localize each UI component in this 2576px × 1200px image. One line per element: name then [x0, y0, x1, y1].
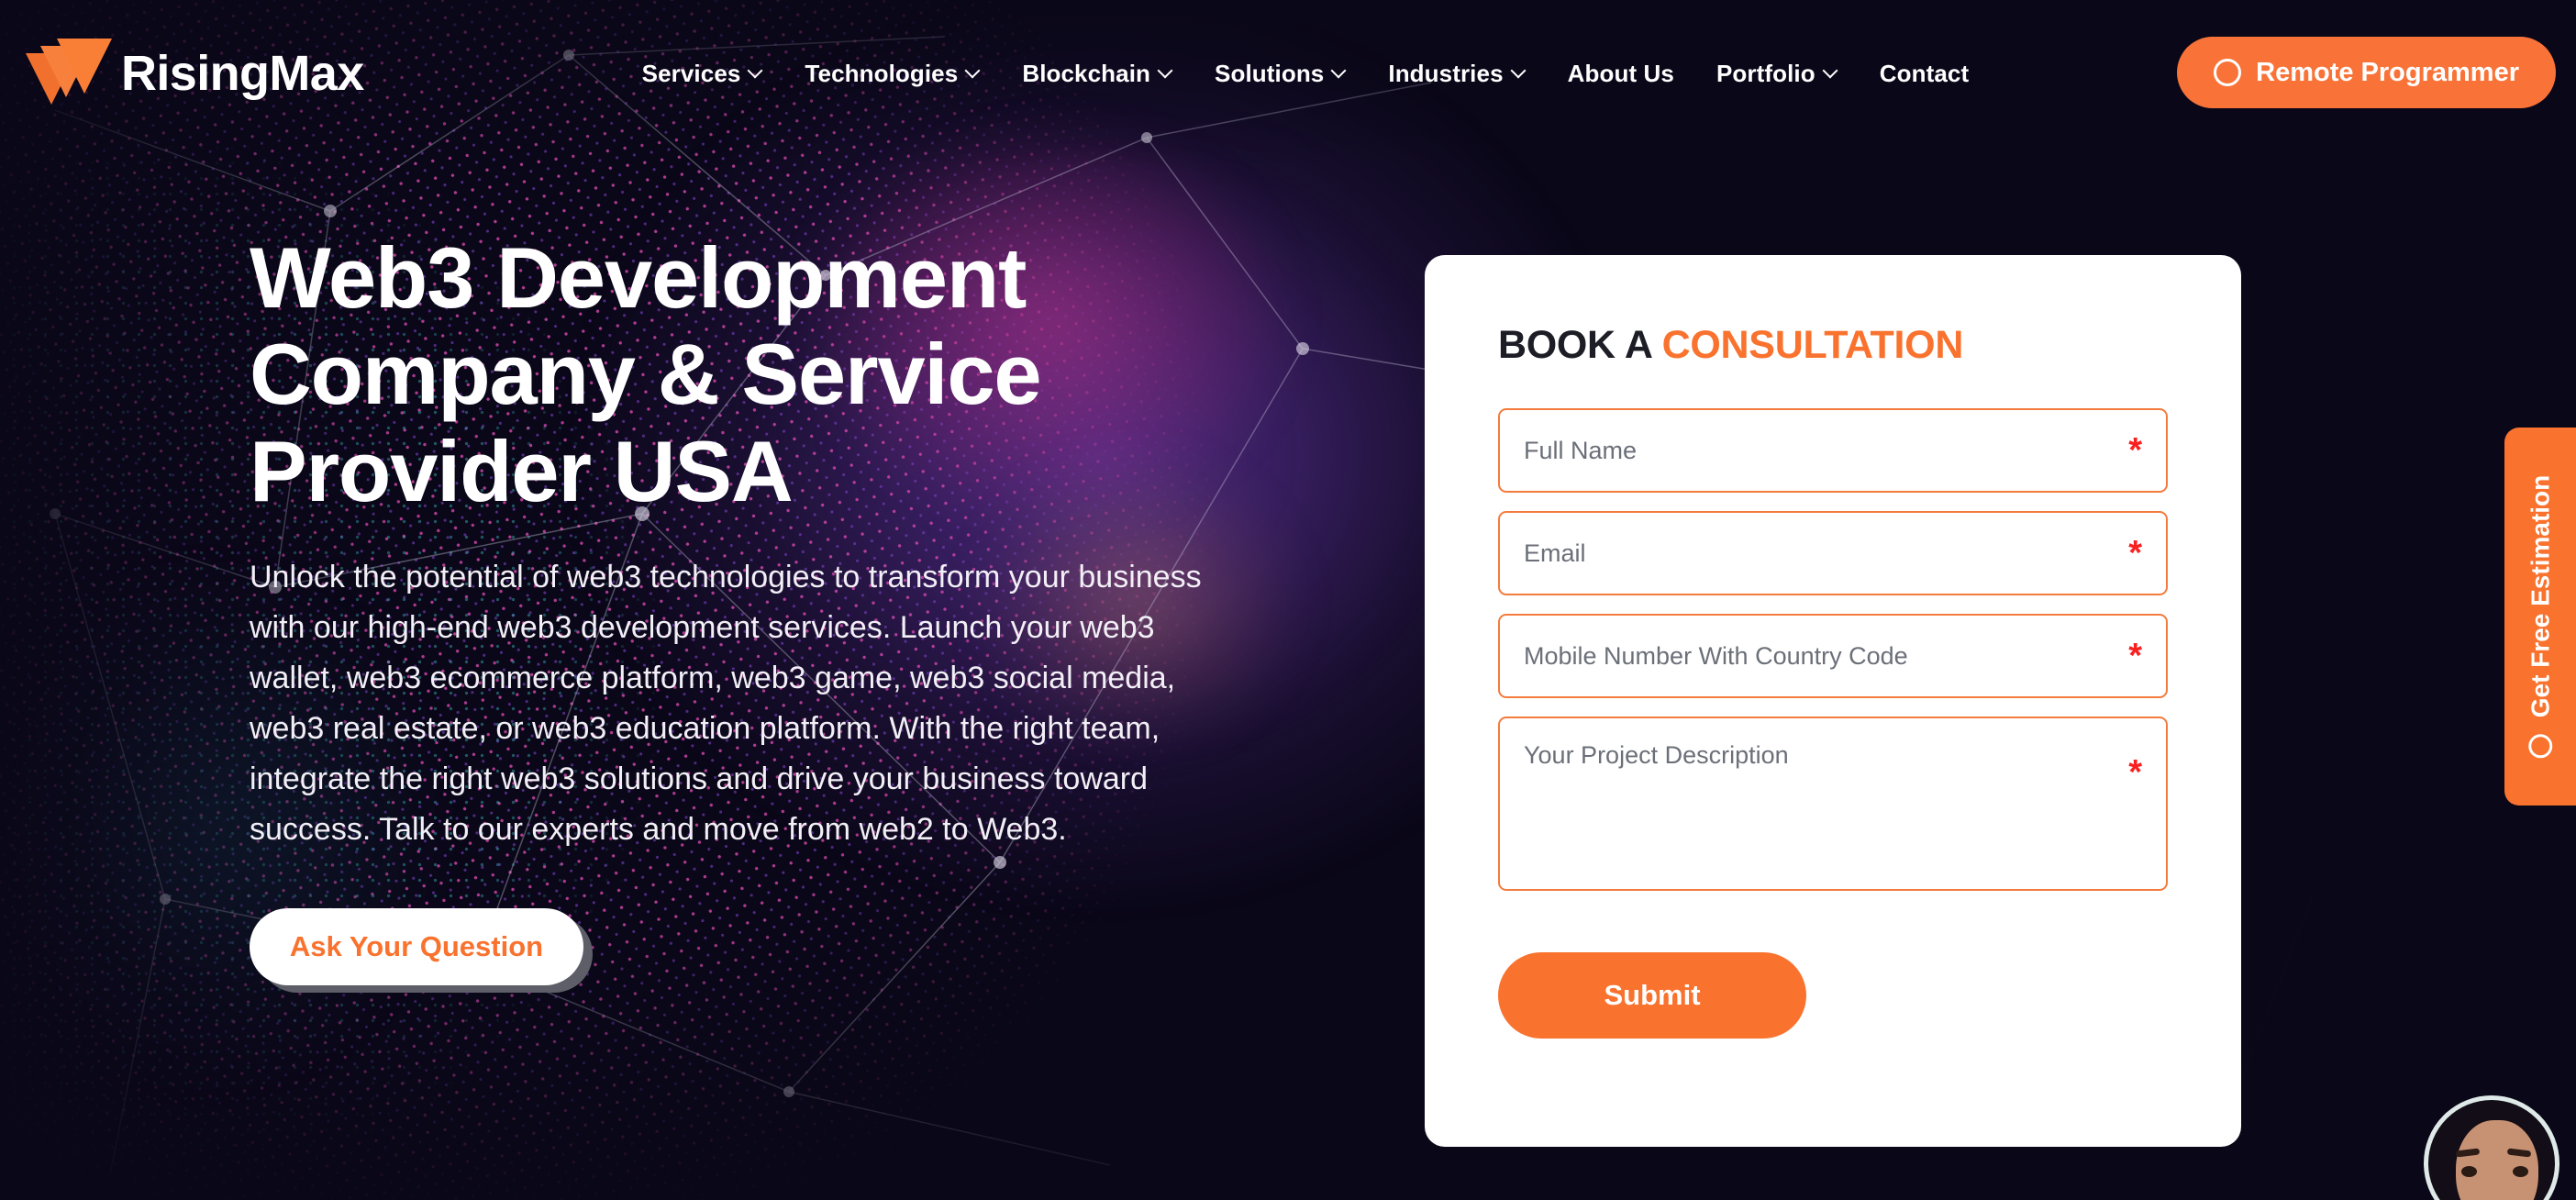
page-root: RisingMax Services Technologies Blockcha…: [0, 0, 2576, 1200]
ask-your-question-wrapper: Ask Your Question: [250, 908, 593, 994]
nav-item-blockchain[interactable]: Blockchain: [1001, 60, 1194, 88]
form-title: BOOK A CONSULTATION: [1498, 323, 2168, 368]
nav-label: Solutions: [1215, 59, 1325, 87]
main-navigation: Services Technologies Blockchain Solutio…: [621, 60, 1991, 88]
avatar-face: [2456, 1120, 2538, 1200]
nav-item-industries[interactable]: Industries: [1367, 60, 1546, 88]
email-field[interactable]: Email *: [1498, 511, 2168, 595]
page-title: Web3 Development Company & Service Provi…: [250, 229, 1042, 519]
remote-programmer-button[interactable]: Remote Programmer: [2177, 37, 2556, 108]
chevron-down-icon: [1159, 64, 1172, 78]
remote-programmer-label: Remote Programmer: [2256, 57, 2519, 87]
chevron-down-icon: [1512, 64, 1526, 78]
chevron-down-icon: [1332, 64, 1346, 78]
brand-name: RisingMax: [121, 46, 364, 101]
nav-label: About Us: [1567, 59, 1674, 87]
nav-item-contact[interactable]: Contact: [1859, 60, 1990, 88]
nav-item-services[interactable]: Services: [621, 60, 784, 88]
side-tab-content: Get Free Estimation: [2526, 475, 2555, 759]
project-description-field[interactable]: Your Project Description *: [1498, 717, 2168, 891]
consultation-form-card: BOOK A CONSULTATION Full Name * Email * …: [1425, 255, 2241, 1147]
form-title-highlight: CONSULTATION: [1661, 323, 1964, 367]
full-name-field[interactable]: Full Name *: [1498, 408, 2168, 493]
required-asterisk: *: [2128, 753, 2142, 792]
chat-avatar[interactable]: [2424, 1095, 2559, 1200]
submit-button[interactable]: Submit: [1498, 952, 1806, 1039]
email-placeholder: Email: [1524, 539, 1586, 567]
full-name-placeholder: Full Name: [1524, 436, 1638, 464]
nav-item-solutions[interactable]: Solutions: [1194, 60, 1367, 88]
avatar-eye-left: [2461, 1166, 2477, 1177]
brand-logo[interactable]: RisingMax: [20, 26, 364, 121]
nav-item-portfolio[interactable]: Portfolio: [1695, 60, 1859, 88]
hero-section: Web3 Development Company & Service Provi…: [250, 229, 1268, 994]
site-header: RisingMax Services Technologies Blockcha…: [0, 0, 2576, 147]
nav-label: Industries: [1388, 59, 1504, 87]
required-asterisk: *: [2128, 431, 2142, 470]
required-asterisk: *: [2128, 637, 2142, 675]
side-tab-label: Get Free Estimation: [2526, 474, 2555, 718]
mobile-number-field[interactable]: Mobile Number With Country Code *: [1498, 614, 2168, 698]
hero-description: Unlock the potential of web3 technologie…: [250, 559, 1202, 848]
description-placeholder: Your Project Description: [1524, 741, 1789, 769]
chevron-down-icon: [966, 64, 980, 78]
nav-label: Contact: [1879, 59, 1970, 87]
get-free-estimation-tab[interactable]: Get Free Estimation: [2504, 428, 2576, 806]
mobile-placeholder: Mobile Number With Country Code: [1524, 641, 1908, 670]
chevron-down-icon: [749, 64, 762, 78]
nav-label: Portfolio: [1715, 59, 1815, 87]
form-title-plain: BOOK A: [1498, 323, 1662, 367]
circle-outline-icon: [2528, 734, 2553, 759]
nav-label: Services: [641, 59, 741, 87]
nav-item-about-us[interactable]: About Us: [1547, 60, 1695, 88]
nav-label: Technologies: [805, 59, 959, 87]
ask-your-question-button[interactable]: Ask Your Question: [250, 908, 583, 986]
nav-item-technologies[interactable]: Technologies: [783, 60, 1001, 88]
chevron-down-icon: [1824, 64, 1838, 78]
required-asterisk: *: [2128, 534, 2142, 572]
circle-outline-icon: [2214, 59, 2242, 86]
triple-triangle-logo-icon: [20, 26, 116, 121]
nav-label: Blockchain: [1022, 59, 1151, 87]
avatar-eye-right: [2513, 1166, 2528, 1177]
